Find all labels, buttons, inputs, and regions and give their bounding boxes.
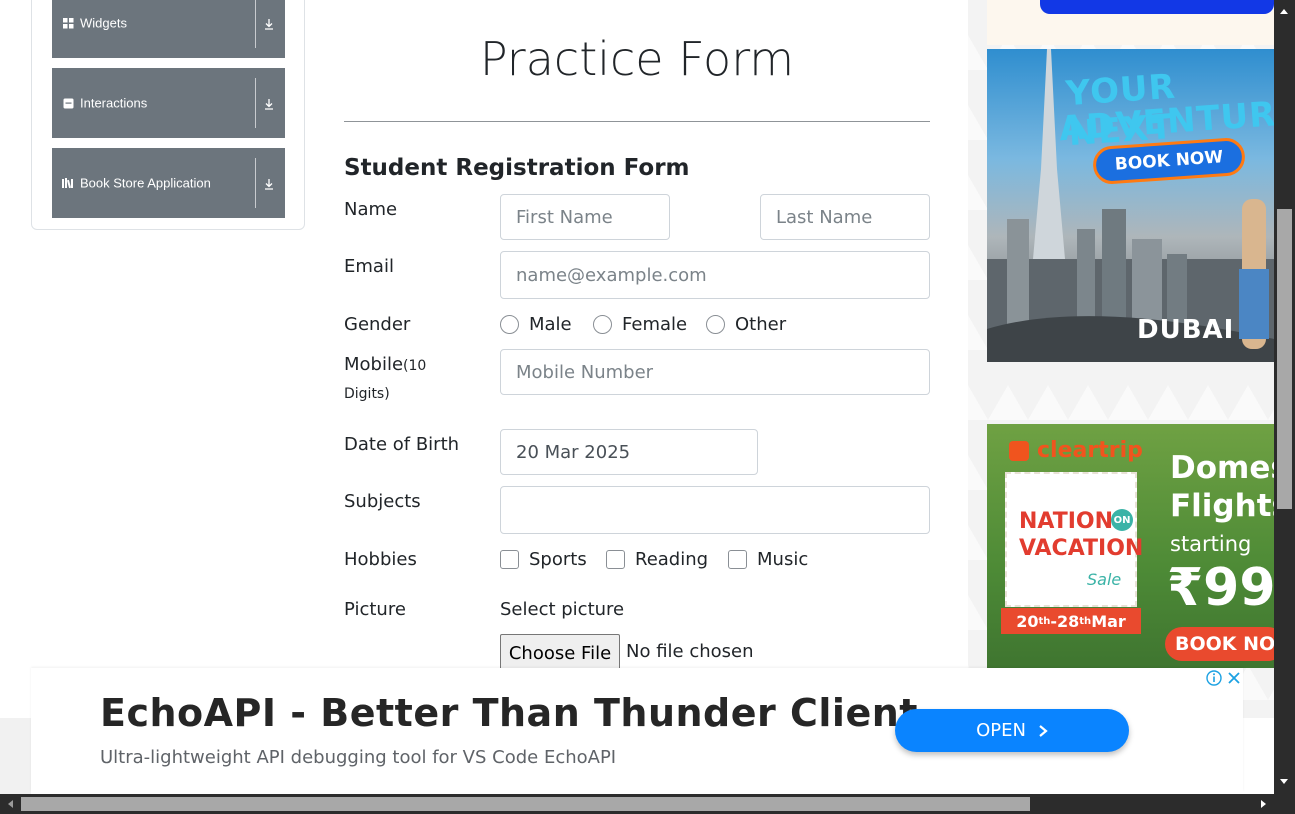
ad2-vacation: VACATION [1019,536,1144,561]
sidebar-group-label: Book Store Application [80,175,211,191]
ad2-date-start-suffix: th [1038,615,1051,627]
sidebar-group-book-store[interactable]: Book Store Application [52,148,285,218]
ad-top-button[interactable] [1040,0,1274,14]
ad2-sale: Sale [1087,570,1122,589]
ad2-date-end: -28 [1050,611,1080,631]
close-icon[interactable] [1227,671,1241,685]
ad2-stamp: NATION ON VACATION Sale [1005,472,1143,607]
email-input[interactable] [500,251,930,299]
subjects-label: Subjects [344,491,421,512]
checkbox-label: Music [757,549,809,570]
checkbox[interactable] [500,550,519,569]
chevron-right-icon [1039,724,1048,737]
scroll-right-arrow-icon[interactable] [1258,798,1270,810]
ad-choices[interactable] [1203,668,1243,688]
scrollbar-corner [1274,794,1295,814]
hobbies-label: Hobbies [344,549,417,570]
ad2-on: ON [1111,509,1133,531]
scroll-down-arrow-icon[interactable] [1278,776,1290,788]
group-divider [255,0,256,48]
group-divider [255,78,256,128]
cleartrip-logo-icon [1009,441,1029,461]
checkbox[interactable] [728,550,747,569]
dob-label: Date of Birth [344,434,460,455]
ad2-dates: 20th -28 th Mar [1001,608,1141,634]
download-icon[interactable] [262,16,276,30]
ad1-brand: DUBAI [1137,315,1235,345]
mobile-hint-digits: Digits) [344,386,390,402]
checkbox[interactable] [606,550,625,569]
form-heading: Student Registration Form [344,155,690,181]
hobby-checkbox-reading[interactable]: Reading [606,549,708,570]
group-divider [255,158,256,208]
email-label: Email [344,256,394,277]
sidebar-group-label: Widgets [80,15,127,31]
first-name-input[interactable] [500,194,670,240]
ad2-brand: cleartrip [1037,438,1143,463]
ad2-date-start: 20 [1016,611,1039,631]
mobile-label: Mobile(10 [344,354,426,375]
radio-button[interactable] [593,315,612,334]
sidebar-group-label: Interactions [80,95,148,111]
checkbox-label: Reading [635,549,709,570]
interactions-icon [62,97,74,109]
mobile-label-text: Mobile [344,354,404,375]
radio-button[interactable] [706,315,725,334]
ad2-book-now-button[interactable]: BOOK NO [1165,627,1274,661]
radio-button[interactable] [500,315,519,334]
subjects-input[interactable] [500,486,930,534]
radio-label: Other [735,314,787,335]
banner-open-button[interactable]: OPEN [895,709,1129,752]
ad2-headline-1: Domes [1170,450,1274,486]
ad2-price: ₹99 [1167,558,1274,618]
scroll-left-arrow-icon[interactable] [4,798,16,810]
ad2-nation: NATION [1019,509,1114,534]
book-icon [62,177,74,189]
ad2-headline-2: Flights [1170,488,1274,524]
download-icon[interactable] [262,176,276,190]
page-margin [0,718,31,794]
ad2-date-month: Mar [1091,611,1126,631]
vertical-scroll-thumb[interactable] [1277,209,1292,509]
gender-radio-female[interactable]: Female [593,314,687,335]
gender-label: Gender [344,314,411,335]
scroll-up-arrow-icon[interactable] [1278,5,1290,17]
ad2-date-end-suffix: th [1079,615,1092,627]
mobile-input[interactable] [500,349,930,395]
grid-icon [62,17,74,29]
page-title: Practice Form [479,32,795,86]
hobby-checkbox-music[interactable]: Music [728,549,808,570]
download-icon[interactable] [262,96,276,110]
banner-subtitle: Ultra-lightweight API debugging tool for… [100,747,617,768]
ad-dubai[interactable]: YOUR NEXT ADVENTURE BOOK NOW DUBAI [987,49,1274,362]
banner-title[interactable]: EchoAPI - Better Than Thunder Client [100,691,918,735]
last-name-input[interactable] [760,194,930,240]
select-picture-label: Select picture [500,599,625,620]
mobile-hint: (10 [403,358,427,374]
info-icon[interactable] [1205,670,1222,686]
gender-radio-other[interactable]: Other [706,314,786,335]
choose-file-button[interactable]: Choose File [500,634,620,672]
sidebar-group-interactions[interactable]: Interactions [52,68,285,138]
name-label: Name [344,199,398,220]
file-status-text: No file chosen [626,641,754,662]
hobby-checkbox-sports[interactable]: Sports [500,549,587,570]
picture-label: Picture [344,599,406,620]
sidebar-group-widgets[interactable]: Widgets [52,0,285,58]
radio-label: Female [622,314,688,335]
horizontal-scroll-thumb[interactable] [21,797,1030,811]
ad-cleartrip[interactable]: cleartrip NATION ON VACATION Sale 20th -2… [987,424,1274,668]
open-label: OPEN [976,720,1026,741]
ad2-starting: starting [1170,532,1252,556]
dob-input[interactable] [500,429,758,475]
gender-radio-male[interactable]: Male [500,314,572,335]
title-divider [344,121,930,122]
radio-label: Male [529,314,572,335]
checkbox-label: Sports [529,549,587,570]
